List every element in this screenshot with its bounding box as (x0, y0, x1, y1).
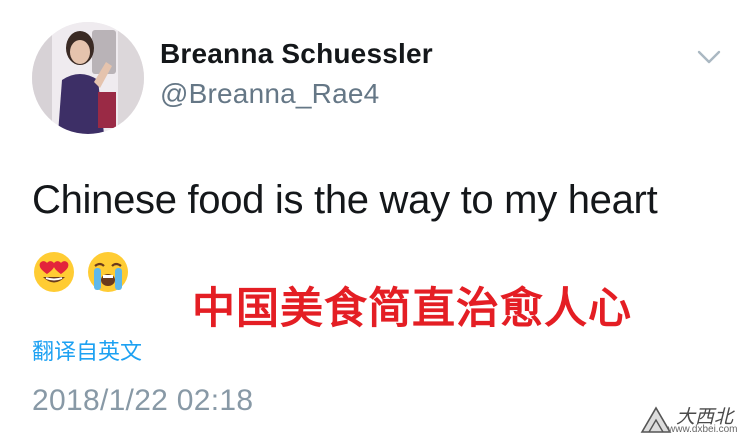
emoji-row (32, 250, 136, 294)
tweet-text: Chinese food is the way to my heart (32, 178, 658, 222)
heart-eyes-emoji-icon (32, 250, 76, 299)
translate-link[interactable]: 翻译自英文 (32, 334, 142, 366)
loudly-crying-emoji-icon (86, 250, 130, 299)
author-handle[interactable]: @Breanna_Rae4 (160, 78, 379, 110)
watermark-url: www.dxbei.com (668, 424, 738, 435)
overlay-caption: 中国美食简直治愈人心 (192, 284, 632, 334)
tweet-timestamp[interactable]: 2018/1/22 02:18 (32, 384, 253, 418)
chevron-down-icon[interactable] (696, 47, 722, 67)
author-avatar[interactable] (32, 22, 144, 134)
author-display-name[interactable]: Breanna Schuessler (160, 38, 433, 70)
site-watermark: 大西北 www.dxbei.com (640, 402, 748, 438)
